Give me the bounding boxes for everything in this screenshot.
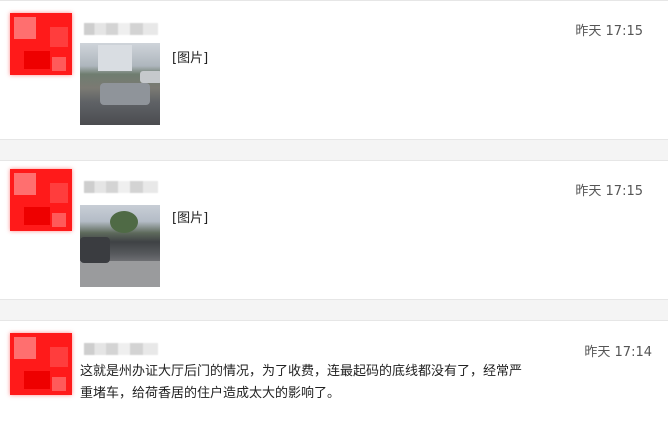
post-time: 昨天 17:15 (575, 184, 643, 199)
post-card: 昨天 17:15 [图片] (0, 160, 668, 300)
username-blurred[interactable] (84, 23, 158, 35)
post-text: 这就是州办证大厅后门的情况，为了收费，连最起码的底线都没有了，经常严 重堵车，给… (80, 361, 580, 405)
post-text-line: 重堵车，给荷香居的住户造成太大的影响了。 (80, 386, 341, 401)
post-card: 昨天 17:15 [图片] (0, 0, 668, 140)
avatar[interactable] (10, 333, 72, 395)
photo-thumbnail[interactable] (80, 43, 160, 125)
post-card: 昨天 17:14 这就是州办证大厅后门的情况，为了收费，连最起码的底线都没有了，… (0, 320, 668, 421)
post-text-line: 这就是州办证大厅后门的情况，为了收费，连最起码的底线都没有了，经常严 (80, 364, 523, 379)
image-label: [图片] (172, 211, 209, 226)
avatar[interactable] (10, 13, 72, 75)
post-time: 昨天 17:15 (575, 24, 643, 39)
separator (0, 140, 668, 160)
image-label: [图片] (172, 51, 209, 66)
avatar[interactable] (10, 169, 72, 231)
post-time: 昨天 17:14 (584, 345, 652, 360)
separator (0, 300, 668, 320)
photo-thumbnail[interactable] (80, 205, 160, 287)
username-blurred[interactable] (84, 181, 158, 193)
username-blurred[interactable] (84, 343, 158, 355)
